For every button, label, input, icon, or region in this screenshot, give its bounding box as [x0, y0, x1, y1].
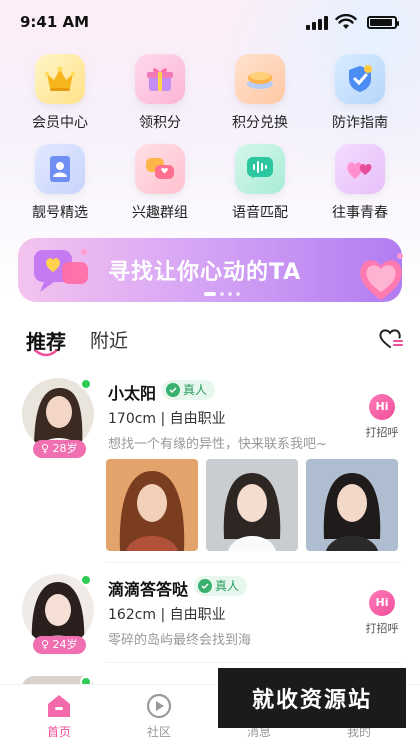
divider [106, 662, 402, 663]
user-bio: 想找一个有缘的异性，快来联系我吧~ [108, 437, 327, 452]
status-bar: 9:41 AM [0, 0, 420, 44]
tab-community[interactable]: 社区 [117, 693, 201, 740]
hi-icon: Hi [369, 590, 395, 616]
user-bio: 零碎的岛屿最终会找到海 [108, 633, 252, 648]
divider [106, 562, 402, 563]
group-chat-icon [135, 144, 185, 194]
feature-vip-center[interactable]: 会员中心 [10, 54, 110, 132]
tab-label: 首页 [46, 725, 71, 739]
heart-list-icon[interactable] [378, 326, 404, 350]
feature-label: 往事青春 [332, 205, 388, 221]
feature-label: 靓号精选 [32, 205, 88, 221]
home-icon [17, 693, 101, 719]
wifi-icon [335, 14, 357, 29]
user-meta: 170cm | 自由职业 [108, 411, 226, 427]
greet-button[interactable]: Hi 打招呼 [362, 590, 402, 636]
heart-icon [360, 253, 403, 300]
feature-youth-memories[interactable]: 往事青春 [310, 144, 410, 222]
photo-gallery [106, 459, 398, 551]
id-card-icon [35, 144, 85, 194]
online-indicator [80, 378, 92, 390]
user-nickname: 小太阳 [108, 384, 157, 403]
greet-label: 打招呼 [365, 622, 399, 635]
feature-anti-fraud-guide[interactable]: 防诈指南 [310, 54, 410, 132]
user-photo[interactable] [306, 459, 398, 551]
user-meta: 162cm | 自由职业 [108, 607, 226, 623]
tab-nearby[interactable]: 附近 [90, 326, 128, 353]
banner-title: 寻找让你心动的TA [108, 260, 302, 285]
hearts-icon [335, 144, 385, 194]
chat-bubble-icon [34, 249, 88, 292]
age-badge: ♀ 28岁 [33, 440, 86, 458]
shield-icon [335, 54, 385, 104]
check-icon [198, 579, 212, 593]
hi-icon: Hi [369, 394, 395, 420]
user-nickname: 滴滴答答哒 [108, 580, 189, 599]
gift-box-icon [135, 54, 185, 104]
feature-label: 兴趣群组 [132, 205, 188, 221]
battery-icon [367, 16, 399, 29]
check-icon [166, 383, 180, 397]
verified-badge: 真人 [162, 380, 216, 400]
cellular-signal-icon [306, 16, 328, 30]
community-icon [117, 693, 201, 719]
tab-active-indicator [34, 349, 58, 357]
exchange-icon [235, 54, 285, 104]
user-photo[interactable] [106, 459, 198, 551]
feature-label: 会员中心 [32, 115, 88, 131]
tab-home[interactable]: 首页 [17, 693, 101, 740]
user-photo[interactable] [206, 459, 298, 551]
promo-banner[interactable]: 寻找让你心动的TA [18, 238, 403, 302]
feature-label: 防诈指南 [332, 115, 388, 131]
feature-earn-points[interactable]: 领积分 [110, 54, 210, 132]
feature-label: 领积分 [139, 115, 181, 131]
banner-pagination [204, 292, 240, 296]
crown-icon [35, 54, 85, 104]
feature-interest-groups[interactable]: 兴趣群组 [110, 144, 210, 222]
feature-premium-ids[interactable]: 靓号精选 [10, 144, 110, 222]
feature-label: 积分兑换 [232, 115, 288, 131]
age-badge: ♀ 24岁 [33, 636, 86, 654]
greet-label: 打招呼 [365, 426, 399, 439]
online-indicator [80, 574, 92, 586]
verified-label: 真人 [215, 579, 240, 593]
tab-label: 社区 [146, 725, 171, 739]
verified-label: 真人 [183, 383, 208, 397]
greet-button[interactable]: Hi 打招呼 [362, 394, 402, 440]
voice-wave-icon [235, 144, 285, 194]
feature-voice-match[interactable]: 语音匹配 [210, 144, 310, 222]
watermark: 就收资源站 [218, 668, 406, 728]
feature-points-exchange[interactable]: 积分兑换 [210, 54, 310, 132]
status-time: 9:41 AM [20, 13, 90, 31]
feature-label: 语音匹配 [232, 205, 288, 221]
verified-badge: 真人 [194, 576, 248, 596]
